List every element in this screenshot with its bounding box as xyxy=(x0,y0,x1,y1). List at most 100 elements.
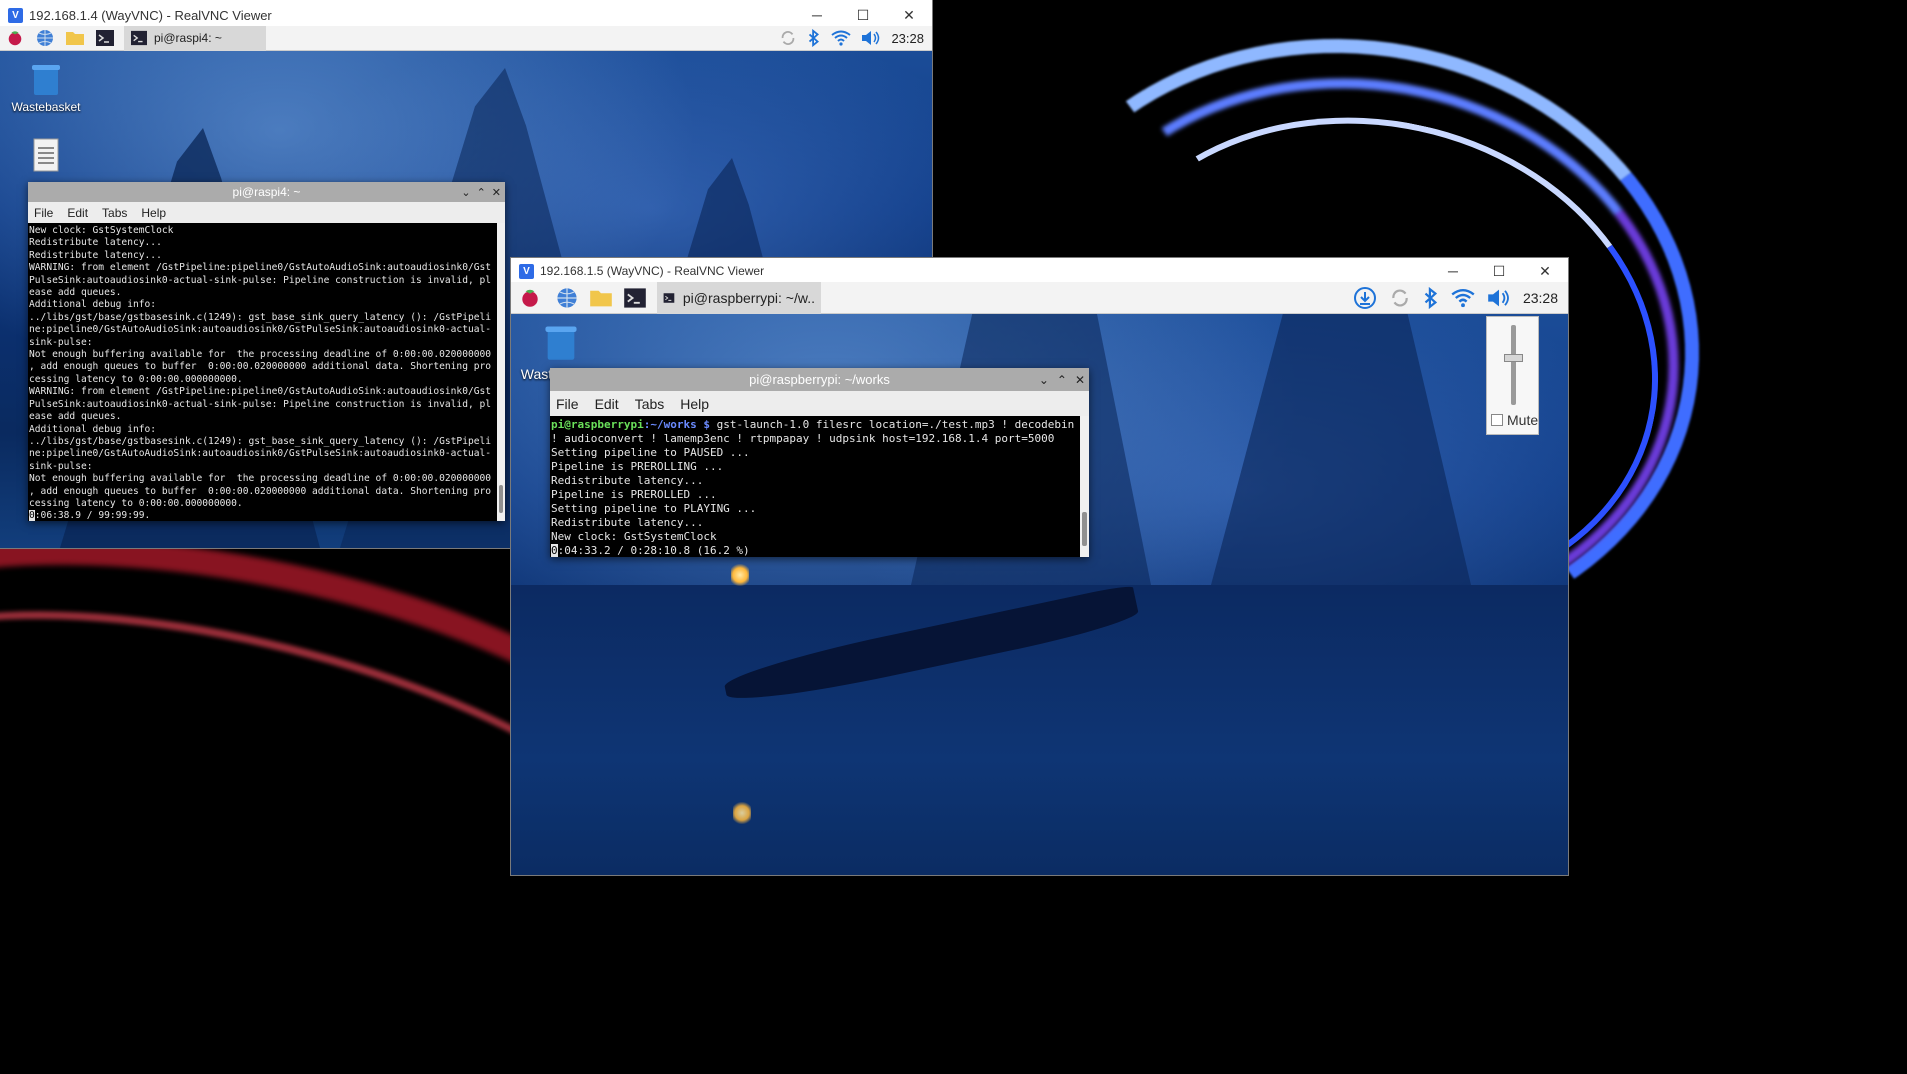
taskbar-task-terminal[interactable]: pi@raspi4: ~ xyxy=(124,26,266,51)
terminal-menubar: File Edit Tabs Help xyxy=(28,202,505,223)
clock[interactable]: 23:28 xyxy=(891,31,924,46)
bluetooth-icon[interactable] xyxy=(1423,286,1439,309)
scrollbar-thumb[interactable] xyxy=(1082,512,1087,546)
desktop-icon-wastebasket[interactable]: Wastebasket xyxy=(10,62,82,114)
vnc-viewer-window-2[interactable]: V 192.168.1.5 (WayVNC) - RealVNC Viewer … xyxy=(511,258,1568,875)
wastebasket-icon xyxy=(545,326,577,360)
file-manager-icon[interactable] xyxy=(585,282,617,314)
wifi-icon[interactable] xyxy=(831,30,852,46)
terminal-line: PulseSink:autoaudiosink0-actual-sink-pul… xyxy=(29,398,492,410)
terminal-line: Additional debug info: xyxy=(29,423,157,435)
sync-icon[interactable] xyxy=(779,29,797,47)
terminal-icon[interactable] xyxy=(617,282,653,314)
terminal-titlebar[interactable]: pi@raspberrypi: ~/works ⌄ ⌃ ✕ xyxy=(550,368,1089,391)
desktop-icon-file[interactable] xyxy=(22,138,70,172)
raspberry-menu-icon[interactable] xyxy=(0,26,30,51)
taskbar-task-label: pi@raspi4: ~ xyxy=(154,31,222,45)
terminal-scrollbar[interactable] xyxy=(497,223,505,521)
window-title: 192.168.1.4 (WayVNC) - RealVNC Viewer xyxy=(29,7,272,23)
terminal-command: gst-launch-1.0 filesrc location=./test.m… xyxy=(709,418,1075,431)
terminal-line: Pipeline is PREROLLING ... xyxy=(551,460,724,473)
terminal-line: ne:pipeline0/GstAutoAudioSink:autoaudios… xyxy=(29,448,492,460)
chevron-up-icon[interactable]: ⌃ xyxy=(1057,373,1067,387)
terminal-line: Redistribute latency... xyxy=(551,474,704,487)
prompt-path: :~/works $ xyxy=(643,418,710,431)
menu-edit[interactable]: Edit xyxy=(595,396,619,412)
mute-label: Mute xyxy=(1507,412,1539,428)
terminal-line: PulseSink:autoaudiosink0-actual-sink-pul… xyxy=(29,274,492,286)
close-button[interactable]: ✕ xyxy=(1522,258,1568,284)
terminal-icon xyxy=(663,292,675,303)
menu-tabs[interactable]: Tabs xyxy=(102,206,127,220)
terminal-line: , add enough queues to buffer 0:00:00.02… xyxy=(29,485,492,497)
pi-taskbar: pi@raspberrypi: ~/w.. 23:28 xyxy=(511,282,1568,314)
volume-slider[interactable] xyxy=(1504,325,1523,405)
terminal-line: Not enough buffering available for the p… xyxy=(29,349,492,361)
terminal-window[interactable]: pi@raspi4: ~ ⌄ ⌃ ✕ File Edit Tabs Help N… xyxy=(28,182,505,521)
bluetooth-icon[interactable] xyxy=(807,29,821,47)
system-tray: 23:28 xyxy=(779,29,932,47)
terminal-line: New clock: GstSystemClock xyxy=(29,225,174,236)
clock[interactable]: 23:28 xyxy=(1523,290,1558,306)
terminal-output[interactable]: New clock: GstSystemClock Redistribute la… xyxy=(28,223,505,521)
terminal-line: WARNING: from element /GstPipeline:pipel… xyxy=(29,262,492,274)
scrollbar-thumb[interactable] xyxy=(499,485,503,513)
minimize-button[interactable]: ─ xyxy=(1430,258,1476,284)
web-browser-icon[interactable] xyxy=(30,26,60,51)
terminal-line: New clock: GstSystemClock xyxy=(551,530,717,543)
terminal-status-line: 0:04:33.2 / 0:28:10.8 (16.2 %) xyxy=(551,544,750,557)
terminal-line: Additional debug info: xyxy=(29,299,157,311)
terminal-line: sink-pulse: xyxy=(29,460,93,472)
menu-file[interactable]: File xyxy=(34,206,53,220)
terminal-output[interactable]: pi@raspberrypi:~/works $ gst-launch-1.0 … xyxy=(550,416,1089,557)
maximize-button[interactable]: ☐ xyxy=(1476,258,1522,284)
close-icon[interactable]: ✕ xyxy=(1075,373,1085,387)
window-title: 192.168.1.5 (WayVNC) - RealVNC Viewer xyxy=(540,264,765,278)
terminal-line: Redistribute latency... xyxy=(551,516,704,529)
terminal-status-line: 0:06:38.9 / 99:99:99. xyxy=(29,510,151,521)
terminal-line: Pipeline is PREROLLED ... xyxy=(551,488,717,501)
desktop-icon-label: Wastebasket xyxy=(11,100,81,114)
volume-icon[interactable] xyxy=(1487,288,1511,308)
mute-toggle[interactable]: Mute xyxy=(1491,412,1538,428)
menu-help[interactable]: Help xyxy=(141,206,166,220)
terminal-lines: Setting pipeline to PAUSED ... Pipeline i… xyxy=(551,446,1079,544)
terminal-line: cessing latency to 0:00:00.000000000. xyxy=(29,373,243,385)
wallpaper-lantern xyxy=(731,564,749,586)
web-browser-icon[interactable] xyxy=(549,282,585,314)
wallpaper-lantern-reflection xyxy=(733,802,751,824)
terminal-window[interactable]: pi@raspberrypi: ~/works ⌄ ⌃ ✕ File Edit … xyxy=(550,368,1089,557)
wifi-icon[interactable] xyxy=(1451,288,1475,308)
remote-desktop[interactable]: pi@raspberrypi: ~/w.. 23:28 Mute pi@rasp… xyxy=(511,282,1568,875)
chevron-down-icon[interactable]: ⌄ xyxy=(461,186,470,199)
terminal-title: pi@raspberrypi: ~/works xyxy=(749,372,890,387)
menu-help[interactable]: Help xyxy=(680,396,709,412)
menu-edit[interactable]: Edit xyxy=(67,206,88,220)
terminal-titlebar[interactable]: pi@raspi4: ~ ⌄ ⌃ ✕ xyxy=(28,182,505,202)
update-download-icon[interactable] xyxy=(1353,286,1377,310)
chevron-down-icon[interactable]: ⌄ xyxy=(1039,373,1049,387)
terminal-icon[interactable] xyxy=(90,26,120,51)
mute-checkbox[interactable] xyxy=(1491,414,1503,426)
terminal-controls: ⌄ ⌃ ✕ xyxy=(1039,368,1085,391)
chevron-up-icon[interactable]: ⌃ xyxy=(477,186,486,199)
menu-file[interactable]: File xyxy=(556,396,579,412)
raspberry-menu-icon[interactable] xyxy=(511,282,549,314)
terminal-line: Setting pipeline to PLAYING ... xyxy=(551,502,757,515)
terminal-menubar: File Edit Tabs Help xyxy=(550,391,1089,416)
volume-slider-knob[interactable] xyxy=(1504,354,1523,362)
menu-tabs[interactable]: Tabs xyxy=(635,396,665,412)
close-icon[interactable]: ✕ xyxy=(492,186,501,199)
terminal-scrollbar[interactable] xyxy=(1080,416,1089,557)
sync-icon[interactable] xyxy=(1389,287,1411,309)
volume-icon[interactable] xyxy=(861,30,881,46)
system-tray: 23:28 xyxy=(1353,286,1568,310)
realvnc-logo-icon: V xyxy=(8,7,23,23)
pi-taskbar: pi@raspi4: ~ 23:28 xyxy=(0,26,932,51)
terminal-line: ease add queues. xyxy=(29,411,122,423)
terminal-line: , add enough queues to buffer 0:00:00.02… xyxy=(29,361,492,373)
taskbar-task-terminal[interactable]: pi@raspberrypi: ~/w.. xyxy=(657,282,821,314)
vnc-titlebar[interactable]: V 192.168.1.5 (WayVNC) - RealVNC Viewer … xyxy=(511,258,1568,284)
volume-popup: Mute xyxy=(1486,316,1539,435)
file-manager-icon[interactable] xyxy=(60,26,90,51)
